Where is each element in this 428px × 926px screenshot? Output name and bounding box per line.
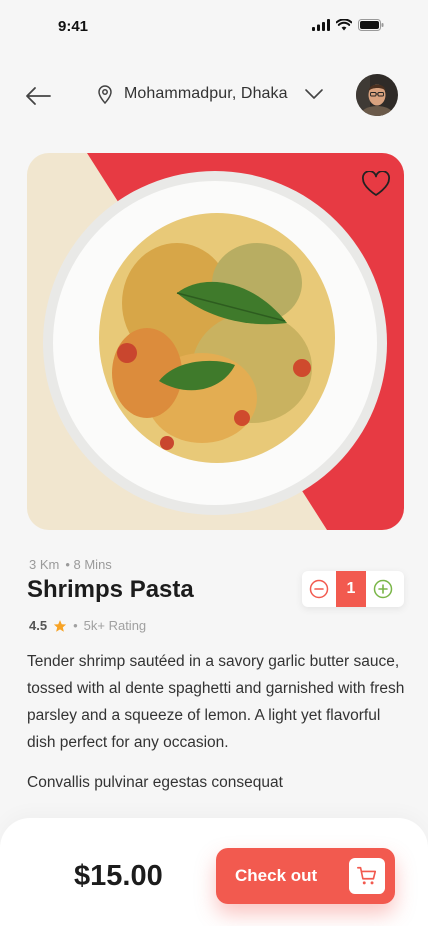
- product-extra-note: Convallis pulvinar egestas consequat: [27, 774, 283, 791]
- star-icon: [53, 619, 67, 632]
- back-button[interactable]: [22, 82, 54, 110]
- product-title: Shrimps Pasta: [27, 576, 194, 603]
- total-price: $15.00: [74, 860, 163, 892]
- favorite-button[interactable]: [360, 169, 392, 199]
- checkout-bar: $15.00 Check out: [0, 818, 428, 926]
- cart-icon-wrapper: [349, 858, 385, 894]
- status-time: 9:41: [58, 18, 89, 35]
- avatar-image: [356, 74, 398, 116]
- location-pin-icon: [98, 85, 112, 104]
- distance-label: 3 Km: [29, 557, 60, 572]
- rating-row: 4.5 • 5k+ Rating: [29, 618, 146, 633]
- status-icons: [312, 19, 384, 31]
- location-selector[interactable]: Mohammadpur, Dhaka: [96, 84, 324, 104]
- rating-separator: •: [73, 618, 78, 633]
- chevron-down-icon: [304, 89, 323, 99]
- minus-circle-icon: [309, 579, 329, 599]
- battery-icon: [358, 19, 384, 31]
- header: Mohammadpur, Dhaka: [0, 72, 428, 120]
- plus-circle-icon: [373, 579, 393, 599]
- pasta-plate-illustration: [27, 153, 404, 530]
- arrow-left-icon: [26, 87, 51, 105]
- rating-value: 4.5: [29, 618, 48, 633]
- checkout-button[interactable]: Check out: [216, 848, 395, 904]
- heart-icon: [362, 171, 390, 196]
- quantity-value: 1: [336, 571, 366, 607]
- user-avatar[interactable]: [356, 74, 398, 116]
- cart-icon: [357, 866, 377, 885]
- checkout-label: Check out: [235, 866, 318, 885]
- product-image: [27, 153, 404, 530]
- decrease-quantity-button[interactable]: [302, 571, 336, 607]
- quantity-stepper: 1: [302, 571, 404, 607]
- increase-quantity-button[interactable]: [366, 571, 400, 607]
- rating-count: 5k+ Rating: [83, 618, 147, 633]
- wifi-icon: [336, 19, 352, 31]
- duration-label: • 8 Mins: [65, 557, 112, 572]
- cellular-signal-icon: [312, 19, 330, 31]
- delivery-meta: 3 Km • 8 Mins: [29, 557, 112, 572]
- location-label: Mohammadpur, Dhaka: [124, 85, 288, 102]
- product-description: Tender shrimp sautéed in a savory garlic…: [27, 653, 405, 751]
- status-bar: 9:41: [0, 0, 428, 52]
